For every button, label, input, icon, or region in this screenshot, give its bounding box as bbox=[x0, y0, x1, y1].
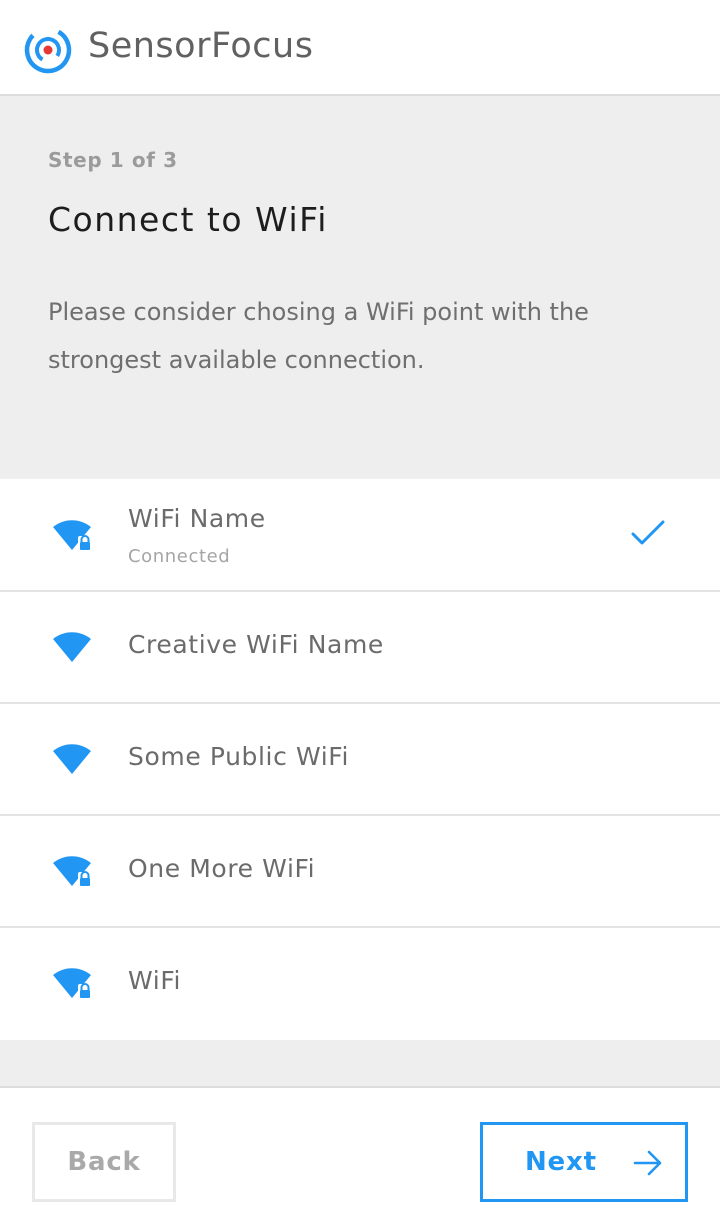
next-button[interactable]: Next bbox=[480, 1122, 688, 1202]
list-bottom-spacer bbox=[0, 1040, 720, 1086]
network-row[interactable]: Some Public WiFi bbox=[0, 704, 720, 816]
wifi-icon bbox=[53, 744, 91, 774]
wifi-icon bbox=[53, 632, 91, 662]
sensorfocus-logo-icon bbox=[24, 26, 72, 74]
wifi-lock-icon bbox=[53, 968, 92, 999]
step-indicator: Step 1 of 3 bbox=[48, 148, 178, 172]
brand-name: SensorFocus bbox=[88, 26, 314, 66]
network-name: Creative WiFi Name bbox=[128, 630, 384, 659]
wifi-network-list: WiFi Name Connected Creative WiFi Name S… bbox=[0, 480, 720, 1040]
app-header: SensorFocus bbox=[0, 0, 720, 96]
arrow-right-icon bbox=[633, 1150, 662, 1176]
network-row[interactable]: WiFi Name Connected bbox=[0, 480, 720, 592]
checkmark-icon bbox=[631, 520, 665, 545]
wifi-lock-icon bbox=[53, 856, 92, 887]
network-name: One More WiFi bbox=[128, 854, 316, 883]
wifi-lock-icon bbox=[53, 520, 92, 551]
network-row[interactable]: Creative WiFi Name bbox=[0, 592, 720, 704]
network-status: Connected bbox=[128, 546, 231, 567]
back-button[interactable]: Back bbox=[32, 1122, 176, 1202]
network-name: WiFi bbox=[128, 966, 182, 995]
next-button-label: Next bbox=[525, 1147, 597, 1177]
page-title: Connect to WiFi bbox=[48, 200, 328, 239]
network-name: Some Public WiFi bbox=[128, 742, 350, 771]
network-row[interactable]: One More WiFi bbox=[0, 816, 720, 928]
intro-panel: Step 1 of 3 Connect to WiFi Please consi… bbox=[0, 96, 720, 479]
wizard-footer: Back Next bbox=[0, 1086, 720, 1232]
page-description: Please consider chosing a WiFi point wit… bbox=[48, 298, 589, 374]
network-row[interactable]: WiFi bbox=[0, 928, 720, 1040]
network-name: WiFi Name bbox=[128, 504, 266, 533]
